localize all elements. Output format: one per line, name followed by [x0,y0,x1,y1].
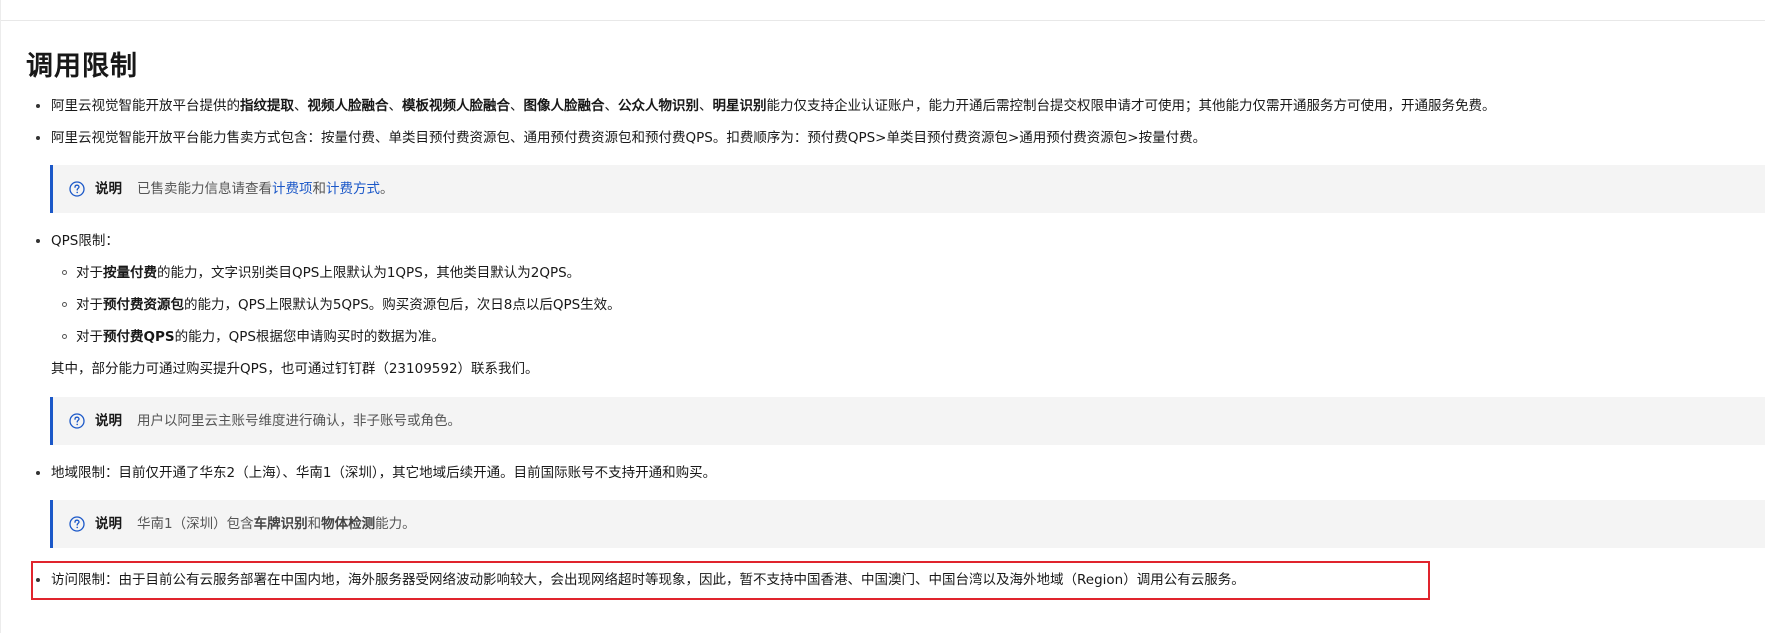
bullet-dot [36,239,40,243]
note-label: 说明 [95,181,122,197]
page-title: 调用限制 [26,51,138,82]
list-item-access-limits: 访问限制：由于目前公有云服务部署在中国内地，海外服务器受网络波动影响较大，会出现… [36,570,1245,590]
list-item-billing-methods: 阿里云视觉智能开放平台能力售卖方式包含：按量付费、单类目预付费资源包、通用预付费… [36,128,1206,148]
question-circle-icon [69,181,85,197]
note-label: 说明 [95,413,122,429]
note-text: 用户以阿里云主账号维度进行确认，非子账号或角色。 [137,413,461,429]
document-page: 调用限制 阿里云视觉智能开放平台提供的指纹提取、视频人脸融合、模板视频人脸融合、… [0,0,1765,633]
bullet-dot [36,136,40,140]
billing-items-link[interactable]: 计费项 [272,181,313,197]
list-item-qps-limits: QPS限制： [36,231,119,251]
left-divider [0,0,1,633]
bullet-dot [36,578,40,582]
hollow-bullet [62,270,67,275]
hollow-bullet [62,302,67,307]
note-text: 华南1（深圳）包含车牌识别和物体检测能力。 [137,516,416,532]
sub-item-prepaid-package: 对于预付费资源包的能力，QPS上限默认为5QPS。购买资源包后，次日8点以后QP… [62,295,621,315]
bullet-dot [36,104,40,108]
billing-methods-link[interactable]: 计费方式 [326,181,380,197]
note-box-account: 说明 用户以阿里云主账号维度进行确认，非子账号或角色。 [50,397,1765,445]
note-label: 说明 [95,516,122,532]
top-divider [0,20,1765,21]
note-box-region: 说明 华南1（深圳）包含车牌识别和物体检测能力。 [50,500,1765,548]
bullet-dot [36,471,40,475]
question-circle-icon [69,516,85,532]
list-item-account-restriction: 阿里云视觉智能开放平台提供的指纹提取、视频人脸融合、模板视频人脸融合、图像人脸融… [36,96,1496,116]
list-item-region-limits: 地域限制：目前仅开通了华东2（上海）、华南1（深圳），其它地域后续开通。目前国际… [36,463,716,483]
hollow-bullet [62,334,67,339]
sub-item-prepaid-qps: 对于预付费QPS的能力，QPS根据您申请购买时的数据为准。 [62,327,445,347]
sub-item-pay-as-you-go: 对于按量付费的能力，文字识别类目QPS上限默认为1QPS，其他类目默认为2QPS… [62,263,580,283]
note-box-billing: 说明 已售卖能力信息请查看计费项和计费方式。 [50,165,1765,213]
qps-contact-text: 其中，部分能力可通过购买提升QPS，也可通过钉钉群（23109592）联系我们。 [51,361,539,377]
question-circle-icon [69,413,85,429]
note-text: 已售卖能力信息请查看计费项和计费方式。 [137,181,394,197]
